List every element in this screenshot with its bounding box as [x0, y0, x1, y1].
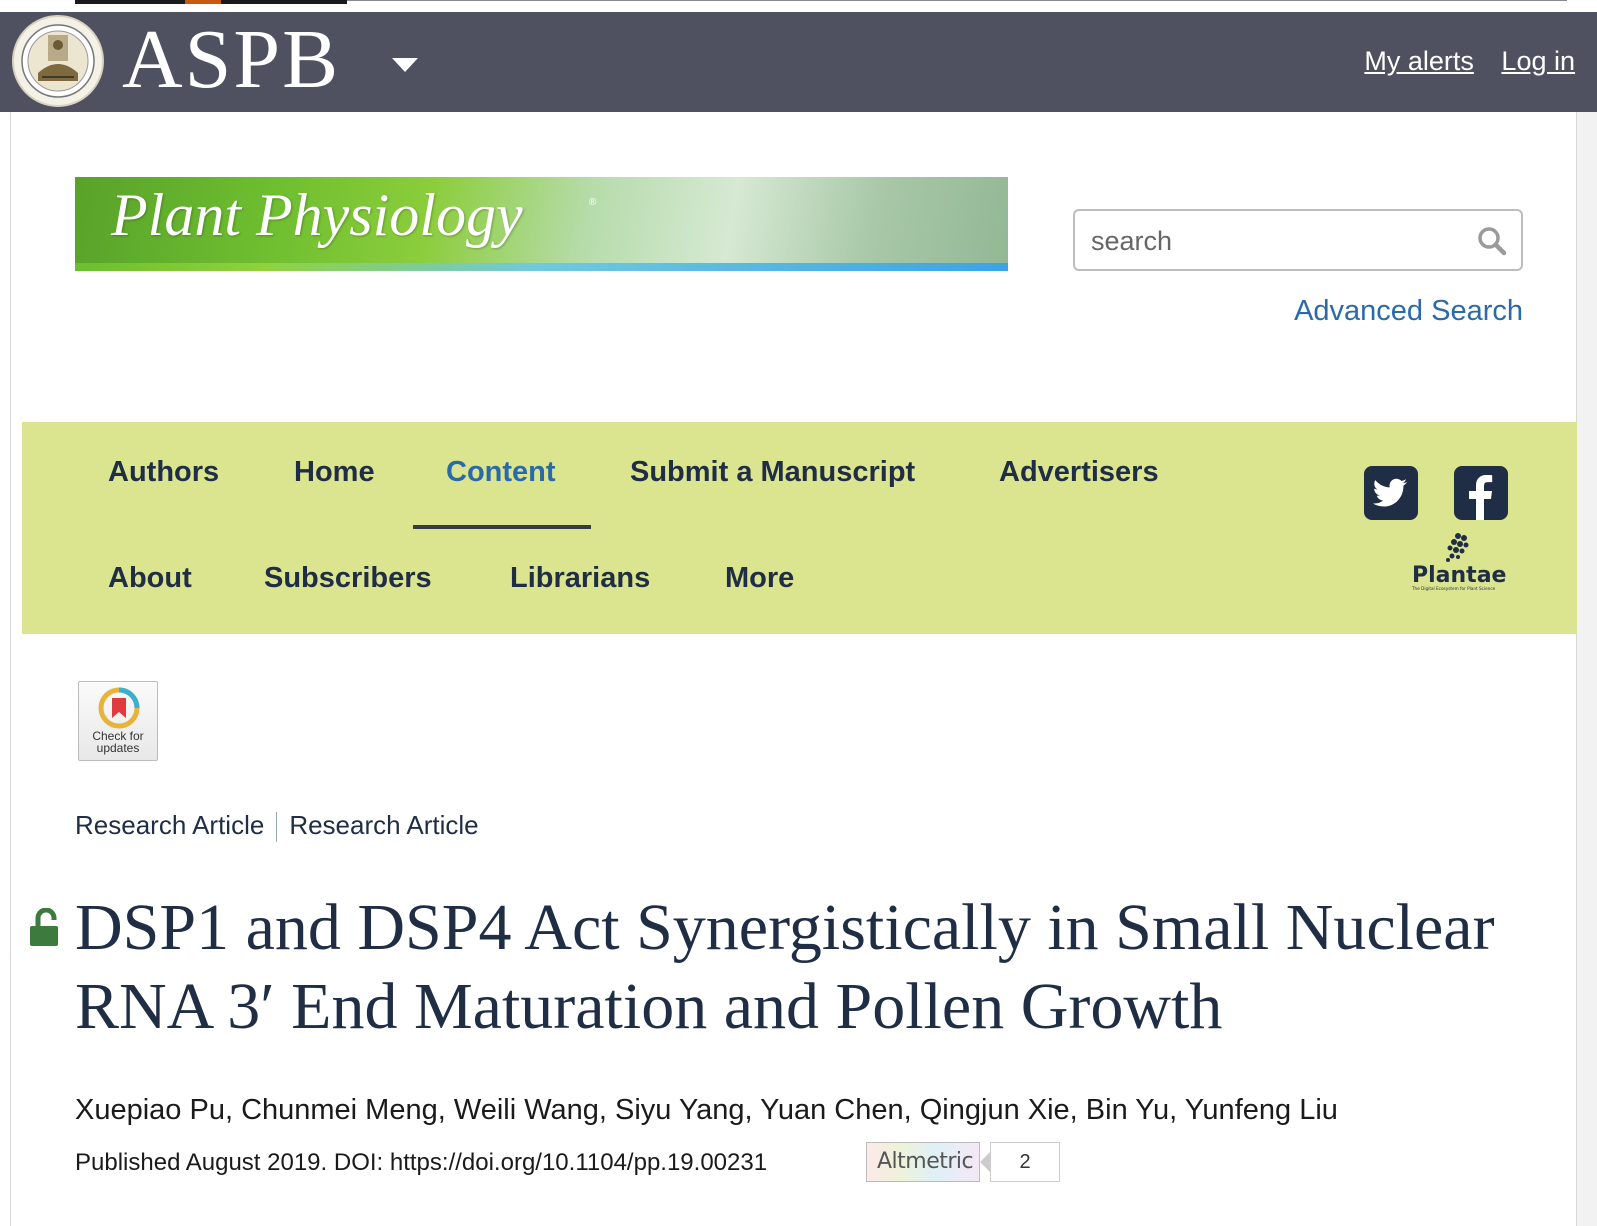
nav-authors[interactable]: Authors: [108, 456, 219, 489]
search-box: [1073, 209, 1523, 271]
breadcrumb: Research Article Research Article: [75, 810, 479, 843]
registered-mark: ®: [589, 197, 597, 208]
publication-info: Published August 2019. DOI: https://doi.…: [75, 1149, 768, 1176]
account-links: My alerts Log in: [1344, 46, 1575, 77]
breadcrumb-item[interactable]: Research Article: [75, 810, 264, 840]
check-for-updates-label: Check for updates: [92, 729, 144, 755]
twitter-icon[interactable]: [1364, 466, 1418, 520]
page-right-border: [1576, 112, 1597, 1226]
plantae-logo-icon[interactable]: Plantae The Digital Ecosystem for Plant …: [1410, 532, 1510, 594]
main-nav: Authors Home Content Submit a Manuscript…: [22, 422, 1577, 634]
breadcrumb-separator: [276, 812, 278, 843]
facebook-icon[interactable]: [1454, 466, 1508, 520]
breadcrumb-item[interactable]: Research Article: [289, 810, 478, 840]
search-input[interactable]: [1089, 223, 1473, 259]
log-in-link[interactable]: Log in: [1501, 46, 1575, 76]
altmetric-badge[interactable]: Altmetric 2: [866, 1142, 1062, 1182]
altmetric-logo: Altmetric: [866, 1142, 980, 1182]
nav-content[interactable]: Content: [446, 456, 556, 489]
nav-submit-manuscript[interactable]: Submit a Manuscript: [630, 456, 915, 489]
open-access-lock-icon: [30, 908, 58, 946]
journal-banner[interactable]: Plant Physiology ®: [75, 177, 1008, 271]
check-for-updates-button[interactable]: Check for updates: [78, 681, 158, 761]
my-alerts-link[interactable]: My alerts: [1364, 46, 1474, 76]
advanced-search-link[interactable]: Advanced Search: [1294, 295, 1523, 328]
plantae-tagline: The Digital Ecosystem for Plant Science: [1411, 586, 1496, 591]
nav-subscribers[interactable]: Subscribers: [264, 562, 432, 595]
nav-advertisers[interactable]: Advertisers: [999, 456, 1159, 489]
article-title: DSP1 and DSP4 Act Synergistically in Sma…: [75, 891, 1495, 1043]
nav-home[interactable]: Home: [294, 456, 375, 489]
page-left-border: [0, 112, 11, 1226]
crossmark-icon: [98, 687, 140, 729]
altmetric-score: 2: [990, 1142, 1060, 1182]
aspb-seal-icon[interactable]: [12, 15, 104, 107]
nav-more[interactable]: More: [725, 562, 794, 595]
browser-top-strip: [0, 0, 1597, 12]
plantae-label: Plantae: [1412, 563, 1506, 588]
altmetric-pointer: [980, 1152, 990, 1172]
chevron-down-icon[interactable]: [392, 58, 418, 72]
journal-title: Plant Physiology: [111, 182, 523, 248]
banner-underline: [75, 263, 1008, 271]
article-authors[interactable]: Xuepiao Pu, Chunmei Meng, Weili Wang, Si…: [75, 1094, 1338, 1127]
aspb-header: ASPB My alerts Log in: [0, 12, 1597, 112]
nav-about[interactable]: About: [108, 562, 192, 595]
nav-librarians[interactable]: Librarians: [510, 562, 650, 595]
aspb-logo[interactable]: ASPB: [122, 18, 340, 102]
nav-active-indicator: [413, 525, 591, 529]
top-strip-accent: [185, 0, 221, 4]
top-strip-line: [347, 0, 1567, 1]
search-icon[interactable]: [1477, 226, 1507, 256]
